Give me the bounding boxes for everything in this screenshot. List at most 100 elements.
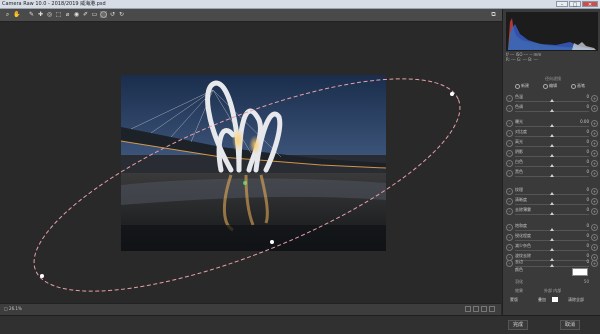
increase-icon[interactable]: + [591, 130, 598, 137]
slider-thumb[interactable] [550, 228, 554, 231]
transform-tool-icon[interactable]: ⬚ [55, 11, 62, 18]
mode-brush-radio[interactable]: 画笔 [571, 83, 585, 89]
slider-value[interactable]: 0 [575, 233, 589, 238]
close-button[interactable]: ✕ [582, 1, 598, 8]
decrease-icon[interactable]: – [506, 224, 513, 231]
done-button[interactable]: 完成 [508, 320, 529, 330]
increase-icon[interactable]: + [591, 105, 598, 112]
swap-button[interactable] [481, 306, 487, 312]
decrease-icon[interactable]: – [506, 140, 513, 147]
slider-value[interactable]: 0 [575, 94, 589, 99]
overlay-color-swatch[interactable] [552, 297, 558, 302]
slider-value[interactable]: 0 [575, 129, 589, 134]
increase-icon[interactable]: + [591, 188, 598, 195]
slider-thumb[interactable] [550, 134, 554, 137]
radial-filter-handle-left[interactable] [40, 274, 44, 278]
rotate-ccw-icon[interactable]: ↺ [109, 11, 116, 18]
slider-thumb[interactable] [550, 164, 554, 167]
slider-thumb[interactable] [550, 238, 554, 241]
slider-value[interactable]: 0 [575, 259, 589, 264]
increase-icon[interactable]: + [591, 170, 598, 177]
slider-thumb[interactable] [550, 154, 554, 157]
slider-thumb[interactable] [550, 212, 554, 215]
decrease-icon[interactable]: – [506, 105, 513, 112]
slider-value[interactable]: 0 [575, 223, 589, 228]
slider-value[interactable]: 0 [575, 187, 589, 192]
decrease-icon[interactable]: – [506, 130, 513, 137]
decrease-icon[interactable]: – [506, 260, 513, 267]
mask-checkbox[interactable]: 蒙版 [510, 297, 518, 303]
clear-all-button[interactable]: 清除全部 [568, 297, 584, 303]
maximize-button[interactable]: □ [569, 1, 581, 8]
rotate-cw-icon[interactable]: ↻ [118, 11, 125, 18]
slider-thumb[interactable] [550, 202, 554, 205]
increase-icon[interactable]: + [591, 234, 598, 241]
hand-tool-icon[interactable]: ✋ [13, 11, 20, 18]
slider-value[interactable]: 0 [575, 207, 589, 212]
slider-thumb[interactable] [550, 144, 554, 147]
mode-edit-radio[interactable]: 编辑 [543, 83, 557, 89]
decrease-icon[interactable]: – [506, 208, 513, 215]
decrease-icon[interactable]: – [506, 95, 513, 102]
slider-row: – 减少杂色 0 + [506, 243, 598, 253]
slider-thumb[interactable] [550, 192, 554, 195]
slider-value[interactable]: 0 [575, 149, 589, 154]
increase-icon[interactable]: + [591, 95, 598, 102]
decrease-icon[interactable]: – [506, 120, 513, 127]
decrease-icon[interactable]: – [506, 160, 513, 167]
slider-thumb[interactable] [550, 124, 554, 127]
color-sampler-tool-icon[interactable]: ✚ [37, 11, 44, 18]
zoom-level[interactable]: □ 26.1% [4, 306, 22, 311]
radial-filter-overlay[interactable] [0, 22, 501, 303]
white-balance-tool-icon[interactable]: ✎ [28, 11, 35, 18]
radial-filter-handle-bottom[interactable] [270, 240, 274, 244]
increase-icon[interactable]: + [591, 198, 598, 205]
radial-filter-handle-top[interactable] [450, 92, 454, 96]
slider-value[interactable]: 0 [575, 104, 589, 109]
slider-value[interactable]: 0 [575, 197, 589, 202]
slider-thumb[interactable] [550, 174, 554, 177]
compare-button[interactable] [473, 306, 479, 312]
overlay-checkbox[interactable]: 叠加 [538, 297, 546, 303]
slider-value[interactable]: 0.00 [575, 119, 589, 124]
increase-icon[interactable]: + [591, 244, 598, 251]
zoom-tool-icon[interactable]: ⌕ [4, 11, 11, 18]
slider-value[interactable]: 0 [575, 253, 589, 258]
slider-thumb[interactable] [550, 99, 554, 102]
decrease-icon[interactable]: – [506, 170, 513, 177]
slider-value[interactable]: 0 [575, 243, 589, 248]
increase-icon[interactable]: + [591, 140, 598, 147]
graduated-filter-tool-icon[interactable]: ▭ [91, 11, 98, 18]
cancel-button[interactable]: 取消 [560, 320, 581, 330]
color-swatch[interactable] [572, 268, 588, 276]
increase-icon[interactable]: + [591, 260, 598, 267]
red-eye-tool-icon[interactable]: ◉ [73, 11, 80, 18]
decrease-icon[interactable]: – [506, 188, 513, 195]
minimize-button[interactable]: – [556, 1, 568, 8]
feather-value[interactable]: 50 [584, 279, 589, 284]
targeted-adjustment-tool-icon[interactable]: ◎ [46, 11, 53, 18]
effect-options[interactable]: 外部 内部 [544, 288, 561, 294]
increase-icon[interactable]: + [591, 120, 598, 127]
view-mode-button[interactable] [465, 306, 471, 312]
increase-icon[interactable]: + [591, 160, 598, 167]
spot-removal-tool-icon[interactable]: ⌀ [64, 11, 71, 18]
decrease-icon[interactable]: – [506, 234, 513, 241]
slider-label: 阴影 [515, 149, 523, 154]
increase-icon[interactable]: + [591, 150, 598, 157]
increase-icon[interactable]: + [591, 208, 598, 215]
settings-button[interactable] [489, 306, 495, 312]
slider-thumb[interactable] [550, 248, 554, 251]
adjustment-brush-tool-icon[interactable]: ✐ [82, 11, 89, 18]
decrease-icon[interactable]: – [506, 244, 513, 251]
radial-filter-tool-icon[interactable]: ◯ [100, 11, 107, 18]
slider-value[interactable]: 0 [575, 169, 589, 174]
slider-value[interactable]: 0 [575, 139, 589, 144]
mode-new-radio[interactable]: 新建 [515, 83, 529, 89]
increase-icon[interactable]: + [591, 224, 598, 231]
decrease-icon[interactable]: – [506, 150, 513, 157]
slider-thumb[interactable] [550, 109, 554, 112]
preview-toggle-icon[interactable]: ⧉ [490, 11, 497, 18]
decrease-icon[interactable]: – [506, 198, 513, 205]
slider-value[interactable]: 0 [575, 159, 589, 164]
